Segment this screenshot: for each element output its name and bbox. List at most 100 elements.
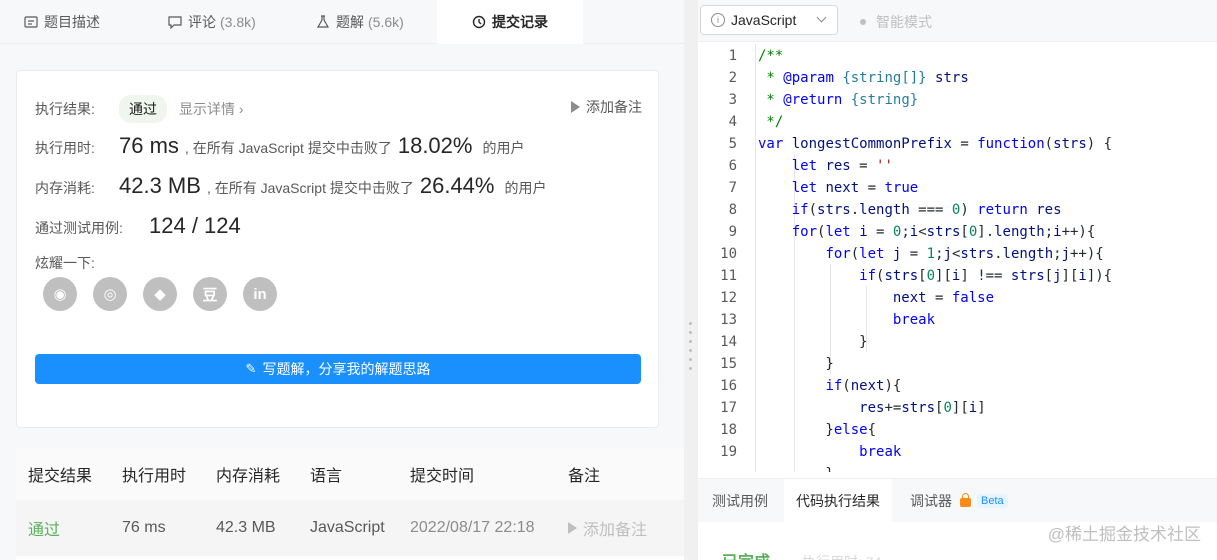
run-time: 执行用时: 74: [802, 552, 881, 560]
chevron-down-icon: [816, 12, 827, 23]
line-number: 1: [728, 48, 737, 64]
runtime-suffix: 的用户: [482, 140, 525, 156]
left-panel: 题目描述 评论 (3.8k) 题解 (5.6k) 提交记录 执行结果: 通过 显…: [0, 0, 684, 560]
line-number: 15: [720, 356, 737, 372]
line-number: 3: [728, 92, 737, 108]
tab-solutions[interactable]: 题解 (5.6k): [316, 0, 404, 44]
share-label-row: 炫耀一下:: [35, 253, 95, 273]
code-editor[interactable]: 1 2 3 4 5 6 7 8 9 10 11 12 13 14 15 16 1…: [698, 44, 1217, 472]
code-line: }else{: [758, 422, 877, 438]
code-line: /**: [758, 48, 784, 64]
tab-run-result[interactable]: 代码执行结果: [784, 479, 892, 523]
code-line: if(next){: [825, 378, 902, 394]
code-line: }: [758, 334, 868, 350]
console-tabs: 测试用例 代码执行结果 调试器 Beta: [698, 478, 1217, 523]
add-note-button[interactable]: 添加备注: [571, 97, 642, 117]
memory-row: 内存消耗: 42.3 MB , 在所有 JavaScript 提交中击败了 26…: [35, 173, 546, 199]
tab-description[interactable]: 题目描述: [24, 0, 100, 44]
douban-icon[interactable]: 豆: [193, 277, 227, 311]
line-number: 7: [728, 180, 737, 196]
play-icon: [571, 101, 580, 113]
cell-submitted: 2022/08/17 22:18: [410, 519, 535, 536]
panel-resizer[interactable]: [684, 0, 698, 560]
run-status: 已完成: [722, 548, 770, 560]
code-line: let next = true: [791, 180, 919, 196]
show-details-link[interactable]: 显示详情 ›: [179, 99, 244, 119]
watermark: @稀土掘金技术社区: [1047, 525, 1201, 544]
wechat-icon[interactable]: ◉: [43, 277, 77, 311]
memory-suffix: 的用户: [504, 180, 547, 196]
tests-row: 通过测试用例: 124 / 124: [35, 213, 247, 239]
drag-handle-icon: [689, 322, 693, 382]
tab-debugger[interactable]: 调试器 Beta: [910, 479, 1008, 523]
language-select[interactable]: i JavaScript: [700, 5, 838, 35]
editor-panel: i JavaScript 智能模式 1 2 3 4 5 6 7 8 9 10 1…: [698, 0, 1217, 560]
runtime-percentile: 18.02%: [397, 133, 473, 158]
language-value: JavaScript: [731, 12, 797, 28]
write-solution-button[interactable]: ✎ 写题解，分享我的解题思路: [35, 354, 641, 384]
line-number: 5: [728, 136, 737, 152]
col-result: 提交结果: [28, 468, 93, 485]
code-line: * @param {string[]} strs: [758, 70, 969, 86]
description-icon: [24, 16, 38, 28]
cell-language: JavaScript: [310, 519, 385, 536]
col-runtime: 执行用时: [122, 468, 187, 485]
tab-test-case[interactable]: 测试用例: [712, 479, 768, 523]
line-number: 10: [720, 246, 737, 262]
status-label: 执行结果:: [35, 101, 95, 117]
code-line: break: [859, 444, 902, 460]
qq-icon[interactable]: ◆: [143, 277, 177, 311]
runtime-row: 执行用时: 76 ms , 在所有 JavaScript 提交中击败了 18.0…: [35, 133, 524, 159]
code-line: for(let j = 1;j<strs.length;j++){: [825, 246, 1104, 262]
code-line: if(strs[0][i] !== strs[j][i]){: [859, 268, 1113, 284]
line-number-gutter: 1 2 3 4 5 6 7 8 9 10 11 12 13 14 15 16 1…: [698, 44, 756, 472]
code-line: for(let i = 0;i<strs[0].length;i++){: [791, 224, 1096, 240]
line-number: 8: [728, 202, 737, 218]
col-note: 备注: [568, 468, 601, 485]
comment-icon: [168, 16, 182, 29]
smart-mode-toggle[interactable]: 智能模式: [860, 12, 932, 32]
memory-value: 42.3 MB: [119, 173, 201, 198]
beta-badge: Beta: [977, 494, 1008, 508]
smart-mode-label: 智能模式: [876, 14, 932, 30]
line-number: 4: [728, 114, 737, 130]
tab-label: 测试用例: [712, 493, 768, 509]
share-label: 炫耀一下:: [35, 255, 95, 271]
col-memory: 内存消耗: [216, 468, 281, 485]
weibo-icon[interactable]: ◎: [93, 277, 127, 311]
line-number: 13: [720, 312, 737, 328]
linkedin-icon[interactable]: in: [243, 277, 277, 311]
tab-submissions[interactable]: 提交记录: [437, 0, 583, 44]
line-number: 17: [720, 400, 737, 416]
cell-result[interactable]: 通过: [28, 516, 60, 540]
tab-label: 提交记录: [492, 14, 548, 30]
code-line: let res = '': [791, 158, 893, 174]
tab-label: 评论: [188, 14, 216, 30]
line-number: 9: [728, 224, 737, 240]
tab-count: (3.8k): [220, 14, 256, 30]
table-row[interactable]: 通过 76 ms 42.3 MB JavaScript 2022/08/17 2…: [16, 500, 684, 556]
cell-add-note-button[interactable]: 添加备注: [568, 516, 647, 540]
cell-runtime: 76 ms: [122, 519, 166, 536]
problem-tabs: 题目描述 评论 (3.8k) 题解 (5.6k) 提交记录: [0, 0, 684, 44]
code-lines: /** * @param {string[]} strs * @return {…: [758, 44, 1112, 472]
code-line: if(strs.length === 0) return res: [791, 202, 1062, 218]
tests-label: 通过测试用例:: [35, 220, 123, 236]
tab-label: 代码执行结果: [796, 493, 880, 509]
tab-comments[interactable]: 评论 (3.8k): [168, 0, 256, 44]
memory-text: , 在所有 JavaScript 提交中击败了: [206, 180, 414, 196]
code-line: break: [892, 312, 936, 328]
write-solution-label: 写题解，分享我的解题思路: [262, 361, 431, 377]
col-time: 提交时间: [410, 468, 475, 485]
flask-icon: [316, 15, 330, 28]
pencil-icon: ✎: [245, 361, 257, 376]
info-icon: i: [711, 13, 725, 27]
col-language: 语言: [310, 468, 343, 485]
submissions-table: 提交结果 执行用时 内存消耗 语言 提交时间 备注 通过 76 ms 42.3 …: [16, 448, 684, 560]
result-card: 执行结果: 通过 显示详情 › 添加备注 执行用时: 76 ms , 在所有 J…: [16, 70, 659, 428]
cell-memory: 42.3 MB: [216, 519, 276, 536]
add-note-label: 添加备注: [586, 99, 642, 115]
tab-label: 调试器: [910, 493, 952, 509]
code-line: next = false: [892, 290, 995, 306]
line-number: 11: [720, 268, 737, 284]
